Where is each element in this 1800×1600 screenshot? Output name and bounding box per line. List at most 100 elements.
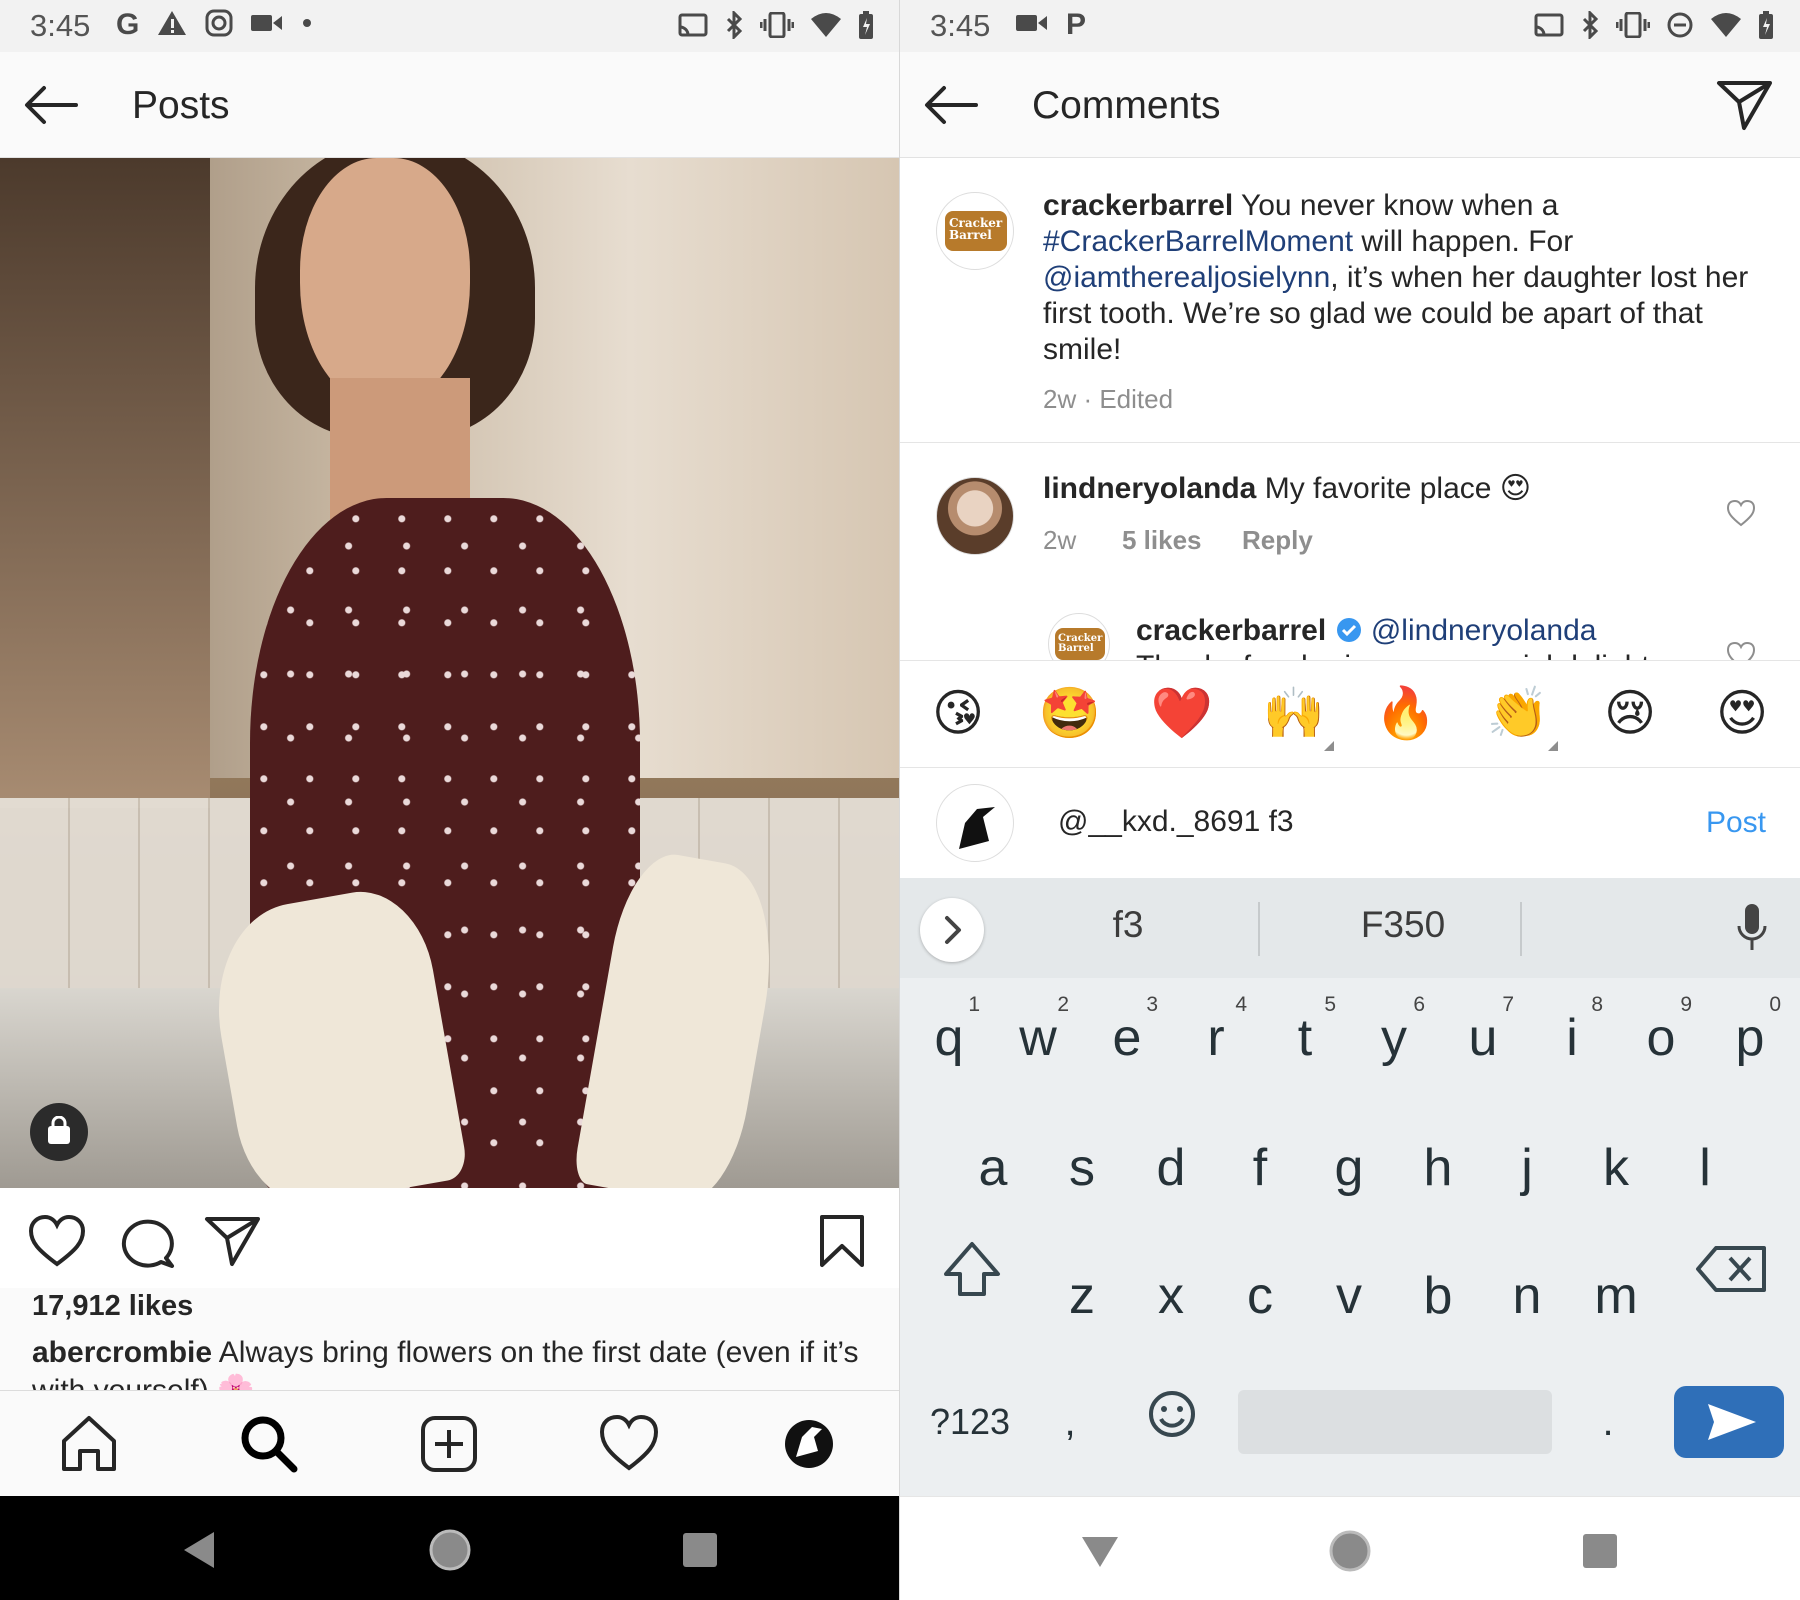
comma-key[interactable]: , (1040, 1372, 1100, 1472)
profile-avatar-icon[interactable] (778, 1413, 840, 1475)
key-j[interactable]: j (1488, 1118, 1566, 1218)
key-hint: 4 (1235, 993, 1247, 1016)
home-icon[interactable] (58, 1413, 120, 1475)
key-v[interactable]: v (1310, 1246, 1388, 1346)
heart-eyes-emoji[interactable]: 😍 (1710, 681, 1774, 745)
backspace-key[interactable] (1694, 1234, 1770, 1314)
send-key[interactable] (1674, 1386, 1784, 1458)
suggestion-2[interactable]: F350 (1278, 904, 1528, 946)
key-d[interactable]: d (1132, 1118, 1210, 1218)
key-x[interactable]: x (1132, 1246, 1210, 1346)
back-arrow-icon[interactable] (922, 80, 982, 130)
key-k[interactable]: k (1577, 1118, 1655, 1218)
avatar[interactable] (936, 477, 1014, 555)
user-avatar[interactable] (936, 784, 1014, 862)
comment-like-heart-icon[interactable] (1726, 641, 1756, 660)
comment-username[interactable]: crackerbarrel (1043, 189, 1233, 222)
comment-text: You never know when a (1233, 189, 1559, 222)
nav-home-icon[interactable] (1326, 1527, 1374, 1575)
cracker-barrel-logo: Cracker Barrel (1058, 633, 1103, 654)
key-i[interactable]: i8 (1533, 988, 1611, 1088)
key-b[interactable]: b (1399, 1246, 1477, 1346)
avatar[interactable]: Cracker Barrel (936, 192, 1014, 270)
android-nav-bar (900, 1496, 1800, 1600)
comment-likes[interactable]: 5 likes (1122, 525, 1202, 556)
nav-back-icon[interactable] (176, 1526, 224, 1574)
crying-face-emoji[interactable]: 😢 (1598, 681, 1662, 745)
like-heart-icon[interactable] (28, 1214, 86, 1268)
bookmark-icon[interactable] (818, 1214, 876, 1268)
chevron-right-icon[interactable] (920, 898, 984, 962)
new-post-icon[interactable] (418, 1413, 480, 1475)
key-p[interactable]: p0 (1711, 988, 1789, 1088)
key-c[interactable]: c (1221, 1246, 1299, 1346)
do-not-disturb-icon (1666, 11, 1694, 44)
key-label: y (1381, 1009, 1407, 1067)
video-icon (1016, 12, 1048, 39)
key-q[interactable]: q1 (910, 988, 988, 1088)
suggestion-1[interactable]: f3 (1028, 904, 1228, 946)
key-u[interactable]: u7 (1444, 988, 1522, 1088)
direct-send-icon[interactable] (1716, 78, 1774, 132)
key-e[interactable]: e3 (1088, 988, 1166, 1088)
nav-home-icon[interactable] (426, 1526, 474, 1574)
mention-link[interactable]: @iamtherealjosielynn (1043, 261, 1330, 294)
nav-recents-icon[interactable] (1576, 1527, 1624, 1575)
emoji-key[interactable] (1144, 1386, 1200, 1466)
key-g[interactable]: g (1310, 1118, 1388, 1218)
period-key[interactable]: . (1578, 1372, 1638, 1472)
raising-hands-emoji[interactable]: 🙌 (1262, 681, 1334, 751)
hashtag-link[interactable]: #CrackerBarrelMoment (1043, 225, 1353, 258)
nav-recents-icon[interactable] (676, 1526, 724, 1574)
clapping-hands-emoji[interactable]: 👏 (1486, 681, 1558, 751)
back-arrow-icon[interactable] (22, 80, 82, 130)
key-n[interactable]: n (1488, 1246, 1566, 1346)
search-icon[interactable] (238, 1413, 300, 1475)
status-time: 3:45 (930, 8, 991, 43)
key-hint: 7 (1502, 993, 1514, 1016)
red-heart-emoji[interactable]: ❤️ (1150, 681, 1214, 745)
activity-heart-icon[interactable] (598, 1413, 660, 1475)
mention-link[interactable]: @lindneryolanda (1371, 614, 1597, 647)
comment-input[interactable] (1058, 800, 1618, 844)
battery-icon (1758, 10, 1774, 45)
spacebar-key[interactable] (1238, 1390, 1552, 1454)
key-y[interactable]: y6 (1355, 988, 1433, 1088)
share-send-icon[interactable] (204, 1214, 262, 1268)
android-nav-bar (0, 1496, 900, 1600)
post-photo[interactable] (0, 158, 900, 1188)
shift-key[interactable] (934, 1230, 1010, 1310)
post-comment-button[interactable]: Post (1706, 806, 1766, 840)
comment-like-heart-icon[interactable] (1726, 499, 1756, 527)
key-w[interactable]: w2 (999, 988, 1077, 1088)
key-m[interactable]: m (1577, 1246, 1655, 1346)
key-h[interactable]: h (1399, 1118, 1477, 1218)
reply-item: Cracker Barrel crackerbarrel @lindneryola… (900, 583, 1800, 660)
star-struck-emoji[interactable]: 🤩 (1038, 681, 1102, 745)
nav-hide-keyboard-icon[interactable] (1076, 1527, 1124, 1575)
key-f[interactable]: f (1221, 1118, 1299, 1218)
comment-username[interactable]: crackerbarrel (1136, 614, 1326, 647)
key-z[interactable]: z (1043, 1246, 1121, 1346)
comment-username[interactable]: lindneryolanda (1043, 472, 1256, 505)
reply-button[interactable]: Reply (1242, 525, 1313, 556)
shopping-bag-icon[interactable] (30, 1103, 88, 1161)
verified-badge-icon (1335, 614, 1363, 647)
caption-username[interactable]: abercrombie (32, 1336, 212, 1369)
kissing-face-emoji[interactable]: 😘 (926, 681, 990, 745)
avatar[interactable]: Cracker Barrel (1048, 613, 1110, 660)
key-t[interactable]: t5 (1266, 988, 1344, 1088)
key-r[interactable]: r4 (1177, 988, 1255, 1088)
microphone-icon[interactable] (1732, 900, 1772, 956)
comment-bubble-icon[interactable] (118, 1214, 176, 1268)
fire-emoji[interactable]: 🔥 (1374, 681, 1438, 745)
comment-item: lindneryolanda My favorite place 😍 2w 5 … (900, 443, 1800, 583)
key-l[interactable]: l (1666, 1118, 1744, 1218)
like-count[interactable]: 17,912 likes (32, 1290, 193, 1323)
on-screen-keyboard: f3 F350 q1w2e3r4t5y6u7i8o9p0 asdfghjkl z… (900, 878, 1800, 1496)
key-hint: 5 (1324, 993, 1336, 1016)
key-s[interactable]: s (1043, 1118, 1121, 1218)
symbols-key[interactable]: ?123 (920, 1372, 1020, 1472)
key-o[interactable]: o9 (1622, 988, 1700, 1088)
bluetooth-icon (1580, 9, 1600, 44)
